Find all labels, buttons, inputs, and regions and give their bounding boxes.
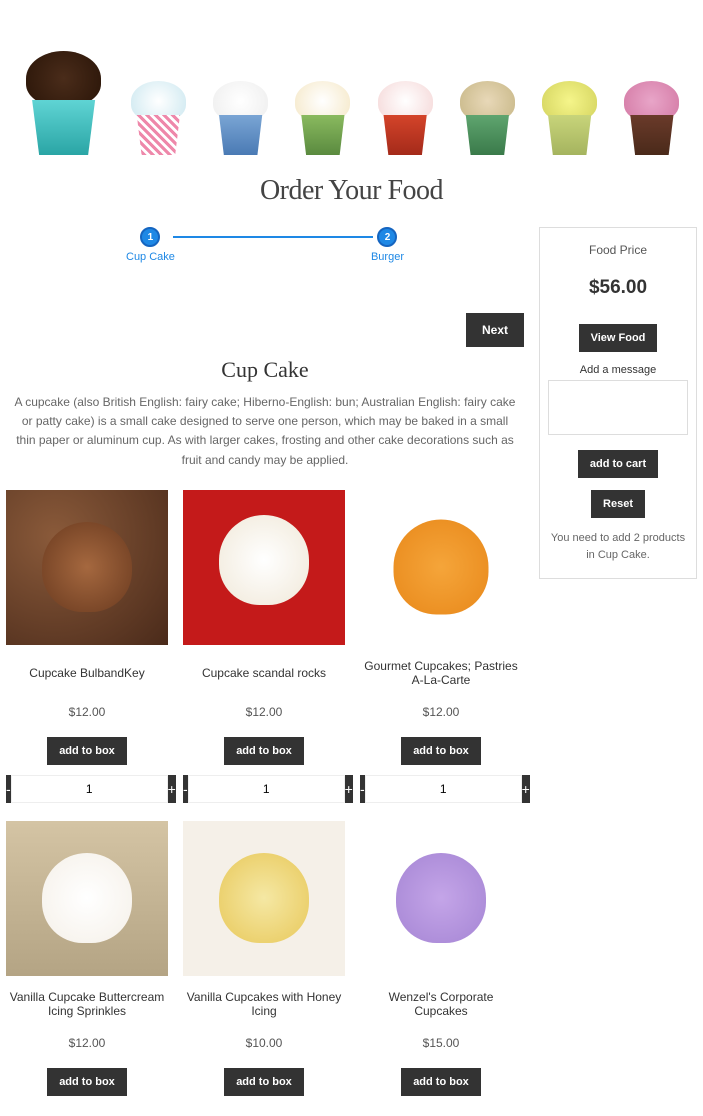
product-image bbox=[183, 490, 345, 645]
product-image bbox=[183, 821, 345, 976]
product-name: Gourmet Cupcakes; Pastries A-La-Carte bbox=[360, 659, 522, 687]
product-card: Wenzel's Corporate Cupcakes $15.00 add t… bbox=[360, 821, 522, 1096]
product-card: Gourmet Cupcakes; Pastries A-La-Carte $1… bbox=[360, 490, 522, 803]
add-to-box-button[interactable]: add to box bbox=[224, 737, 304, 765]
step-line bbox=[173, 236, 373, 238]
product-name: Vanilla Cupcakes with Honey Icing bbox=[183, 990, 345, 1018]
section-description: A cupcake (also British English: fairy c… bbox=[6, 393, 524, 470]
qty-input[interactable] bbox=[11, 775, 168, 803]
product-grid: Cupcake BulbandKey $12.00 add to box - +… bbox=[6, 490, 524, 1096]
qty-input[interactable] bbox=[188, 775, 345, 803]
section-title: Cup Cake bbox=[6, 357, 524, 383]
product-name: Wenzel's Corporate Cupcakes bbox=[360, 990, 522, 1018]
qty-plus-button[interactable]: + bbox=[168, 775, 176, 803]
product-price: $10.00 bbox=[183, 1036, 345, 1050]
product-image bbox=[6, 490, 168, 645]
add-to-box-button[interactable]: add to box bbox=[47, 1068, 127, 1096]
step-label: Cup Cake bbox=[126, 251, 175, 263]
add-to-box-button[interactable]: add to box bbox=[401, 1068, 481, 1096]
progress-stepper: 1 Cup Cake 2 Burger bbox=[6, 227, 524, 273]
sidebar-title: Food Price bbox=[548, 243, 688, 257]
hero-cupcake-icon bbox=[373, 65, 438, 155]
product-price: $12.00 bbox=[6, 705, 168, 719]
step-label: Burger bbox=[371, 251, 404, 263]
message-textarea[interactable] bbox=[548, 380, 688, 435]
product-price: $12.00 bbox=[360, 705, 522, 719]
product-card: Vanilla Cupcake Buttercream Icing Sprink… bbox=[6, 821, 168, 1096]
next-button[interactable]: Next bbox=[466, 313, 524, 347]
add-to-box-button[interactable]: add to box bbox=[47, 737, 127, 765]
product-card: Cupcake scandal rocks $12.00 add to box … bbox=[183, 490, 345, 803]
product-price: $15.00 bbox=[360, 1036, 522, 1050]
message-label: Add a message bbox=[548, 364, 688, 376]
main-column: 1 Cup Cake 2 Burger Next Cup Cake A cupc… bbox=[6, 227, 524, 1096]
product-price: $12.00 bbox=[6, 1036, 168, 1050]
step-circle: 2 bbox=[377, 227, 397, 247]
step-2[interactable]: 2 Burger bbox=[371, 227, 404, 263]
qty-plus-button[interactable]: + bbox=[345, 775, 353, 803]
page-title: Order Your Food bbox=[0, 175, 703, 207]
step-1[interactable]: 1 Cup Cake bbox=[126, 227, 175, 263]
add-to-box-button[interactable]: add to box bbox=[401, 737, 481, 765]
hero-cupcake-icon bbox=[290, 65, 355, 155]
hero-cupcake-icon bbox=[619, 65, 684, 155]
sidebar-note: You need to add 2 products in Cup Cake. bbox=[548, 530, 688, 563]
reset-button[interactable]: Reset bbox=[591, 490, 645, 518]
product-image bbox=[6, 821, 168, 976]
add-to-box-button[interactable]: add to box bbox=[224, 1068, 304, 1096]
qty-plus-button[interactable]: + bbox=[522, 775, 530, 803]
product-price: $12.00 bbox=[183, 705, 345, 719]
sidebar-total-price: $56.00 bbox=[548, 277, 688, 299]
hero-cupcake-icon bbox=[208, 65, 273, 155]
hero-cupcake-icon bbox=[126, 65, 191, 155]
product-name: Cupcake scandal rocks bbox=[183, 659, 345, 687]
add-to-cart-button[interactable]: add to cart bbox=[578, 450, 658, 478]
product-name: Vanilla Cupcake Buttercream Icing Sprink… bbox=[6, 990, 168, 1018]
view-food-button[interactable]: View Food bbox=[579, 324, 658, 352]
hero-cupcake-row bbox=[0, 0, 703, 160]
sidebar: Food Price $56.00 View Food Add a messag… bbox=[539, 227, 697, 579]
product-image bbox=[360, 490, 522, 645]
qty-input[interactable] bbox=[365, 775, 522, 803]
product-card: Cupcake BulbandKey $12.00 add to box - + bbox=[6, 490, 168, 803]
hero-cupcake-icon bbox=[455, 65, 520, 155]
quantity-row: - + bbox=[360, 775, 522, 803]
hero-cupcake-icon bbox=[19, 25, 109, 155]
step-circle: 1 bbox=[140, 227, 160, 247]
product-image bbox=[360, 821, 522, 976]
quantity-row: - + bbox=[183, 775, 345, 803]
product-name: Cupcake BulbandKey bbox=[6, 659, 168, 687]
hero-cupcake-icon bbox=[537, 65, 602, 155]
product-card: Vanilla Cupcakes with Honey Icing $10.00… bbox=[183, 821, 345, 1096]
quantity-row: - + bbox=[6, 775, 168, 803]
